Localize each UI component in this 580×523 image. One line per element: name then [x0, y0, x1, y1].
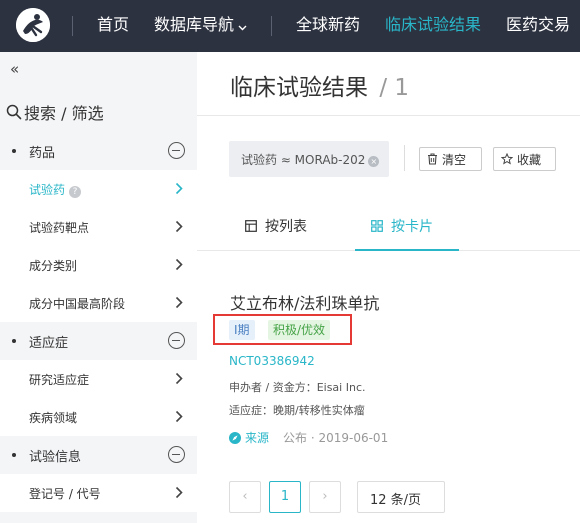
tab-card-view[interactable]: 按卡片 — [371, 216, 433, 236]
page-title-text: 临床试验结果 — [230, 75, 368, 101]
divider — [197, 115, 580, 116]
chevron-right-icon — [175, 220, 183, 233]
nav-divider — [72, 16, 73, 36]
star-icon — [501, 153, 513, 165]
table-icon — [245, 220, 257, 232]
sidebar-item-study-indication[interactable]: 研究适应症 — [0, 360, 197, 398]
top-nav: 首页 数据库导航 全球新药 临床试验结果 医药交易 — [0, 0, 580, 52]
result-count: / 1 — [379, 75, 409, 101]
prev-page-button[interactable]: ‹ — [229, 481, 261, 513]
source-row: 来源 公布 · 2019-06-01 — [229, 429, 388, 446]
published-date: 公布 · 2019-06-01 — [283, 431, 389, 445]
chevron-right-icon — [175, 296, 183, 309]
page-size-select[interactable]: 12 条/页 — [357, 481, 445, 513]
sidebar-item-label: 成分中国最高阶段 — [29, 297, 126, 311]
sidebar-item-text: 试验药 — [29, 183, 66, 197]
filter-chip-label: 试验药 ≈ MORAb-202 — [241, 153, 366, 167]
grid-icon — [371, 220, 383, 232]
sidebar-item-disease-area[interactable]: 疾病领域 — [0, 398, 197, 436]
tab-list-view[interactable]: 按列表 — [245, 216, 307, 236]
nav-clinical-results[interactable]: 临床试验结果 — [385, 14, 481, 36]
bullet-icon — [12, 453, 16, 457]
section-trial-info[interactable]: 试验信息 — [0, 436, 197, 474]
logo[interactable] — [16, 8, 50, 42]
collapse-section-icon[interactable] — [168, 142, 185, 159]
nav-home[interactable]: 首页 — [97, 14, 129, 36]
logo-icon — [16, 8, 50, 42]
next-page-button[interactable]: › — [309, 481, 341, 513]
section-label: 药品 — [29, 146, 56, 161]
search-icon — [6, 104, 22, 120]
chevron-right-icon — [175, 182, 183, 195]
remove-filter-icon[interactable]: × — [368, 156, 380, 167]
trash-icon — [428, 153, 437, 165]
search-filter-header: 搜索 / 筛选 — [6, 100, 104, 124]
sidebar-item-label: 试验药靶点 — [29, 221, 90, 235]
section-label: 适应症 — [29, 336, 69, 351]
sidebar-item-label: 疾病领域 — [29, 411, 78, 425]
sidebar-item-ingredient-class[interactable]: 成分类别 — [0, 246, 197, 284]
phase-tag: I期 — [229, 320, 255, 340]
nav-database[interactable]: 数据库导航 — [154, 14, 247, 37]
tab-label: 按卡片 — [391, 219, 433, 235]
compass-icon — [229, 431, 241, 444]
chevron-right-icon — [175, 410, 183, 423]
collapse-section-icon[interactable] — [168, 332, 185, 349]
result-count-value: 1 — [394, 75, 410, 101]
sidebar-item-registration-code[interactable]: 登记号 / 代号 — [0, 474, 197, 512]
collapse-sidebar-button[interactable]: « — [10, 60, 19, 78]
help-icon[interactable]: ? — [69, 186, 82, 198]
sidebar-item-label: 登记号 / 代号 — [29, 487, 101, 501]
section-drug[interactable]: 药品 — [0, 132, 197, 170]
card-title[interactable]: 艾立布林/法利珠单抗 — [230, 290, 379, 314]
chevron-right-icon — [175, 372, 183, 385]
clear-button-label: 清空 — [442, 152, 467, 167]
page-1-button[interactable]: 1 — [269, 481, 301, 513]
chevron-right-icon — [175, 258, 183, 271]
search-filter-label: 搜索 / 筛选 — [24, 104, 104, 123]
sidebar-item-test-drug[interactable]: 试验药? — [0, 170, 197, 208]
nav-global-new-drugs[interactable]: 全球新药 — [296, 14, 360, 36]
section-indication[interactable]: 适应症 — [0, 322, 197, 360]
tab-label: 按列表 — [265, 219, 307, 235]
sponsor-text: 申办者 / 资金方：Eisai Inc. — [229, 381, 366, 394]
sidebar-item-label: 研究适应症 — [29, 373, 90, 387]
indication-text: 适应症：晚期/转移性实体瘤 — [229, 404, 365, 417]
section-label: 试验信息 — [29, 450, 82, 465]
favorite-button-label: 收藏 — [517, 152, 542, 167]
main-content: 临床试验结果 / 1 试验药 ≈ MORAb-202 × 清空 收藏 按列表 按… — [197, 52, 580, 523]
sidebar-item-china-highest-phase[interactable]: 成分中国最高阶段 — [0, 284, 197, 322]
nav-database-label: 数据库导航 — [154, 15, 235, 34]
active-tab-indicator — [355, 249, 459, 251]
divider — [404, 145, 405, 171]
clear-button[interactable]: 清空 — [419, 147, 482, 171]
sidebar-item-label: 试验药? — [29, 181, 82, 198]
filter-chip[interactable]: 试验药 ≈ MORAb-202 × — [229, 141, 389, 177]
bullet-icon — [12, 339, 16, 343]
sidebar-item-drug-target[interactable]: 试验药靶点 — [0, 208, 197, 246]
title-separator: / — [379, 75, 388, 101]
result-tag: 积极/优效 — [268, 320, 331, 340]
nav-pharma-deals[interactable]: 医药交易 — [506, 14, 570, 36]
page-title: 临床试验结果 / 1 — [230, 68, 409, 102]
favorite-button[interactable]: 收藏 — [493, 147, 556, 171]
source-link[interactable]: 来源 — [245, 429, 269, 446]
nav-divider — [271, 16, 272, 36]
nct-link[interactable]: NCT03386942 — [229, 354, 315, 368]
chevron-right-icon — [175, 486, 183, 499]
chevron-down-icon — [238, 15, 247, 37]
collapse-section-icon[interactable] — [168, 446, 185, 463]
sidebar-item-label: 成分类别 — [29, 259, 78, 273]
bullet-icon — [12, 149, 16, 153]
sidebar: « 搜索 / 筛选 药品 试验药? 试验药靶点 成分类别 成分中国最高阶段 适应… — [0, 52, 197, 523]
